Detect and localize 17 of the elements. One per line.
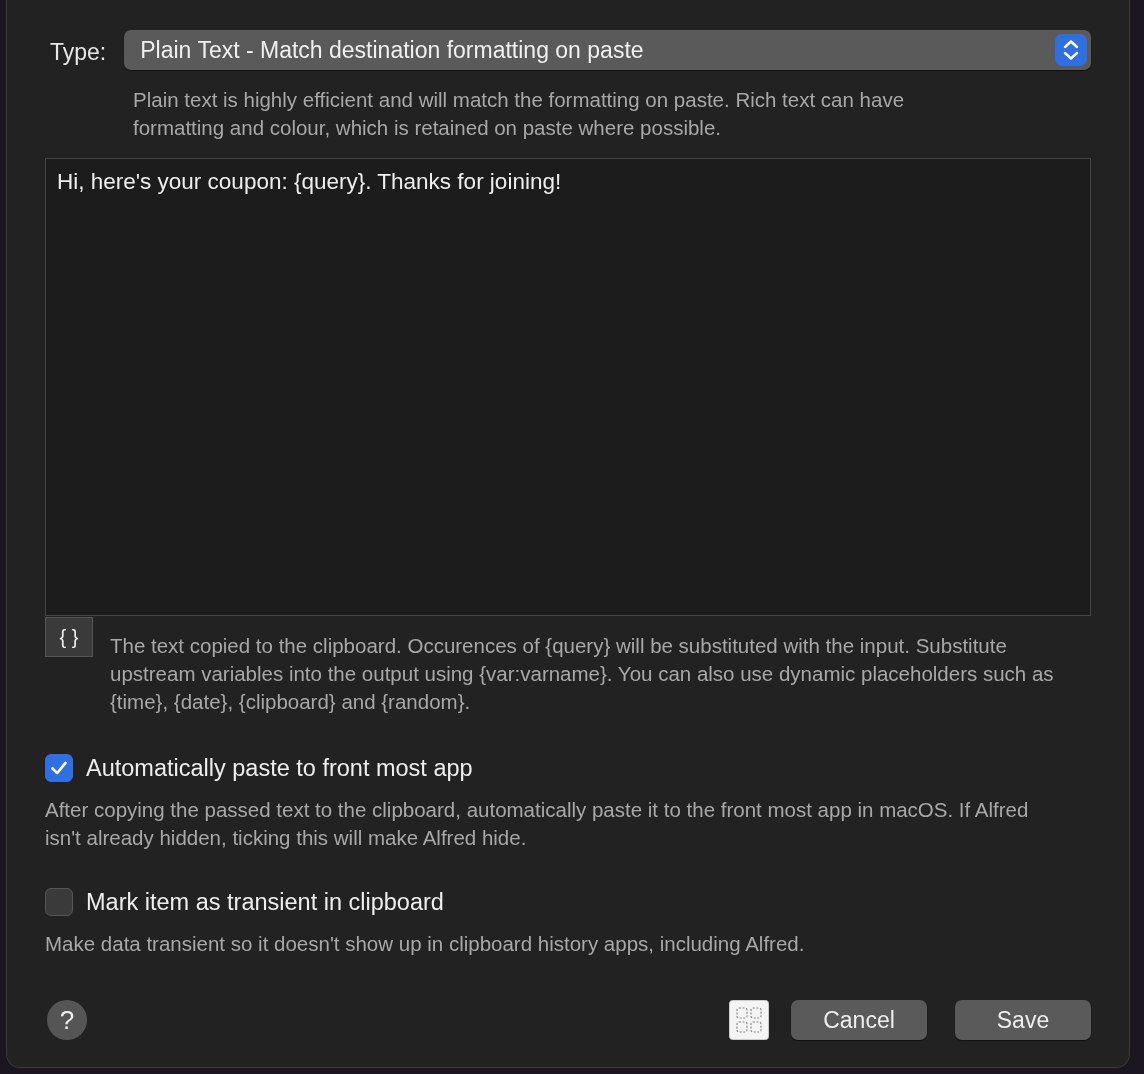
type-dropdown[interactable]: Plain Text - Match destination formatting on paste: [124, 30, 1091, 70]
checkbox-label[interactable]: Automatically paste to front most app: [86, 754, 473, 782]
checkbox[interactable]: [45, 888, 73, 916]
option-description: Make data transient so it doesn't show up in clipboard history apps, including Alfred.: [45, 931, 806, 957]
editor-description: The text copied to the clipboard. Occurences of {query} will be substituted with the input. Substitute upstream variables into the output using {var:varname}. You can also use dynamic placeholders such as {time}, {date}, {clipboard} and {random}.: [110, 633, 1055, 715]
type-hint: Plain text is highly efficient and will match the formatting on paste. Rich text can have formatting and colour, which is retained on paste where possible.: [133, 87, 906, 141]
type-label: Type:: [50, 38, 107, 66]
dialog-button[interactable]: Cancel: [791, 1000, 927, 1040]
grid-icon[interactable]: [729, 1000, 769, 1040]
checkbox-label[interactable]: Mark item as transient in clipboard: [86, 888, 444, 916]
help-button[interactable]: ?: [47, 1000, 87, 1040]
dialog-button[interactable]: Save: [955, 1000, 1091, 1040]
text-editor[interactable]: Hi, here's your coupon: {query}. Thanks for joining!: [45, 158, 1091, 616]
checkbox[interactable]: [45, 754, 73, 782]
placeholder-button[interactable]: { }: [45, 617, 93, 657]
option-description: After copying the passed text to the clipboard, automatically paste it to the front most app in macOS. If Alfred isn't already hidden, ticking this will make Alfred hide.: [45, 797, 1030, 851]
stepper-icon: [1055, 34, 1087, 66]
